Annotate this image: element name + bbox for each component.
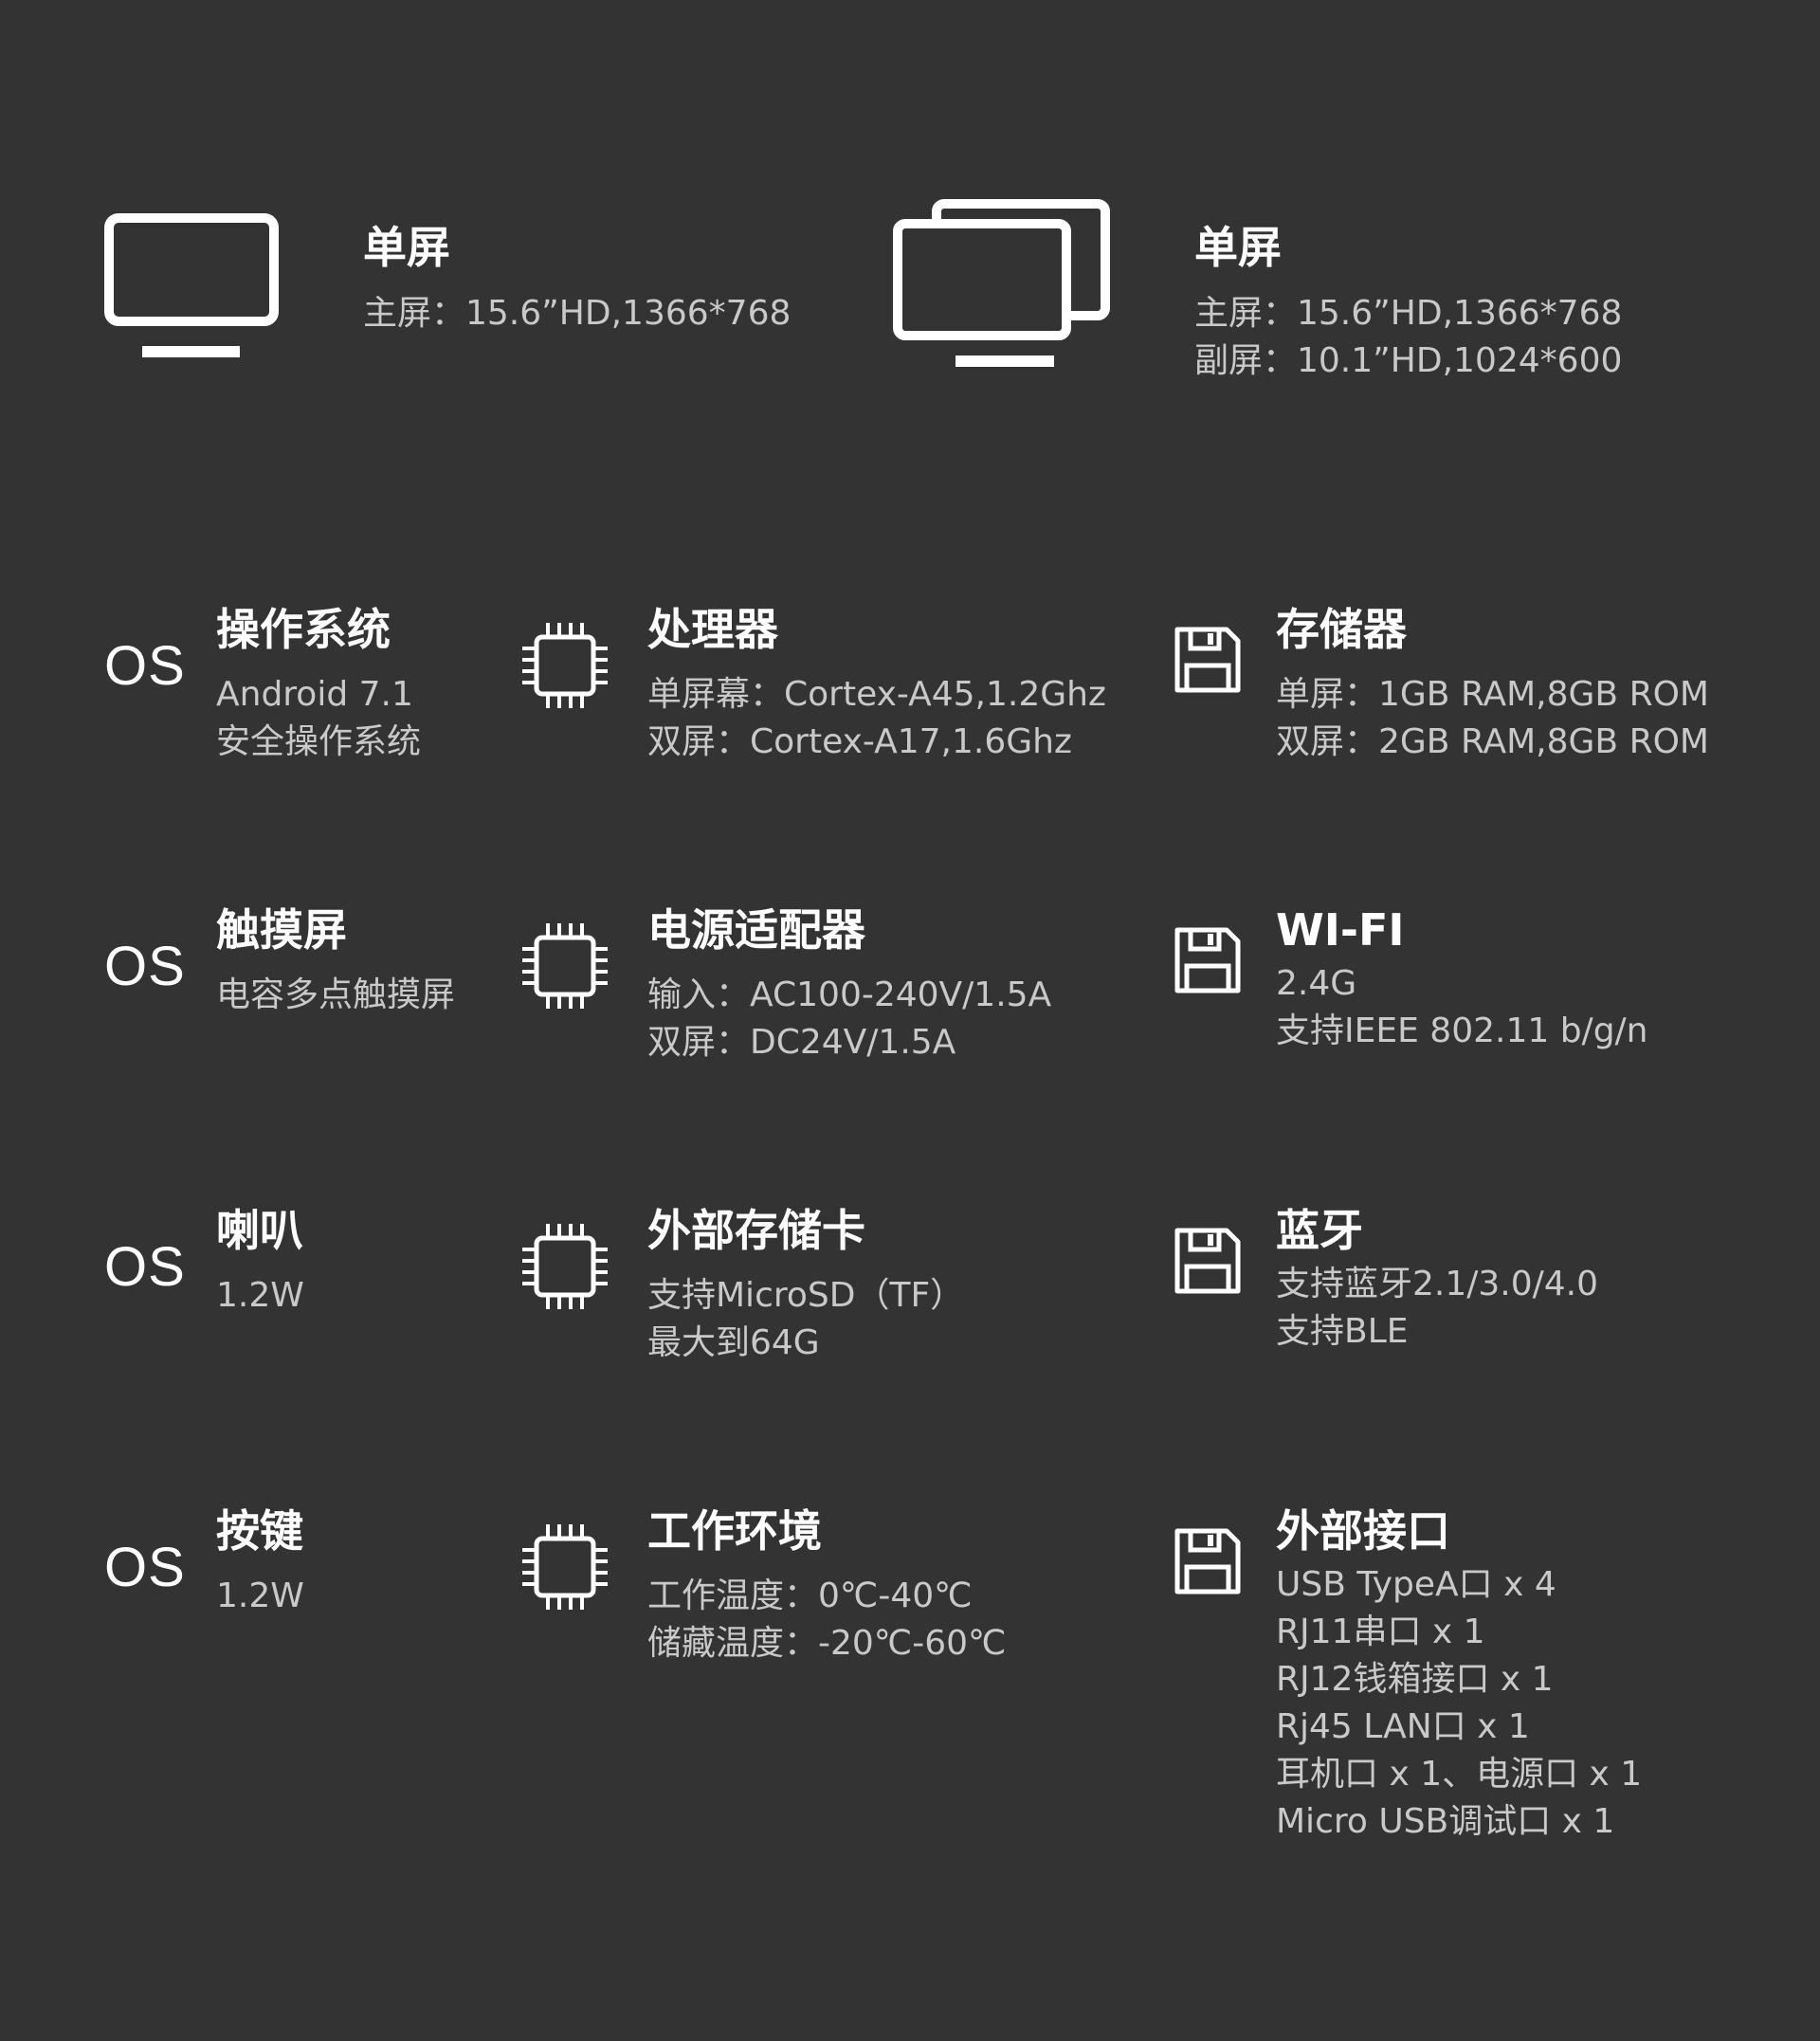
spec-line: 支持MicroSD（TF） xyxy=(647,1276,965,1315)
chip-icon xyxy=(522,923,608,1009)
os-icon: OS xyxy=(104,1236,186,1298)
os-icon: OS xyxy=(104,936,186,997)
spec-title: 单屏 xyxy=(363,222,450,273)
spec-title: 单屏 xyxy=(1194,222,1282,273)
spec-line: RJ11串口 x 1 xyxy=(1276,1613,1485,1651)
spec-line: 双屏：DC24V/1.5A xyxy=(647,1023,956,1062)
spec-line: 单屏：1GB RAM,8GB ROM xyxy=(1276,675,1709,714)
spec-title: WI-FI xyxy=(1276,904,1405,956)
spec-title: 外部接口 xyxy=(1276,1505,1450,1557)
dual-monitor-icon xyxy=(893,199,1110,367)
spec-line: USB TypeA口 x 4 xyxy=(1276,1565,1556,1604)
spec-line: 2.4G xyxy=(1276,964,1357,1003)
spec-line: 双屏：Cortex-A17,1.6Ghz xyxy=(647,722,1072,761)
spec-title: 电源适配器 xyxy=(647,904,865,956)
spec-line: Micro USB调试口 x 1 xyxy=(1276,1802,1615,1841)
spec-line: 单屏幕：Cortex-A45,1.2Ghz xyxy=(647,675,1106,714)
spec-line: 最大到64G xyxy=(647,1323,820,1362)
spec-line: Android 7.1 xyxy=(216,675,413,714)
spec-line: 工作温度：0℃-40℃ xyxy=(647,1576,973,1615)
floppy-disk-icon xyxy=(1174,1528,1241,1595)
spec-line: 支持IEEE 802.11 b/g/n xyxy=(1276,1011,1648,1050)
monitor-icon xyxy=(104,213,279,357)
os-icon: OS xyxy=(104,635,186,697)
chip-icon xyxy=(522,623,608,708)
spec-line: 主屏：15.6”HD,1366*768 xyxy=(1194,294,1623,333)
spec-line: 输入：AC100-240V/1.5A xyxy=(647,975,1052,1014)
floppy-disk-icon xyxy=(1174,927,1241,993)
spec-title: 外部存储卡 xyxy=(647,1205,865,1256)
spec-line: 安全操作系统 xyxy=(216,722,422,761)
chip-icon xyxy=(522,1524,608,1610)
spec-line: Rj45 LAN口 x 1 xyxy=(1276,1707,1530,1746)
spec-line: 耳机口 x 1、电源口 x 1 xyxy=(1276,1755,1643,1794)
os-icon: OS xyxy=(104,1537,186,1598)
spec-line: 1.2W xyxy=(216,1276,304,1315)
chip-icon xyxy=(522,1224,608,1309)
spec-title: 处理器 xyxy=(647,604,778,655)
spec-title: 存储器 xyxy=(1276,604,1407,655)
spec-title: 喇叭 xyxy=(216,1205,303,1256)
spec-line: 支持蓝牙2.1/3.0/4.0 xyxy=(1276,1265,1599,1303)
spec-line: 支持BLE xyxy=(1276,1312,1409,1351)
spec-title: 操作系统 xyxy=(216,604,391,655)
spec-title: 蓝牙 xyxy=(1276,1205,1363,1256)
spec-line: 储藏温度：-20℃-60℃ xyxy=(647,1624,1007,1663)
floppy-disk-icon xyxy=(1174,627,1241,693)
spec-title: 按键 xyxy=(216,1505,303,1557)
spec-line: 1.2W xyxy=(216,1576,304,1615)
spec-title: 工作环境 xyxy=(647,1505,822,1557)
spec-line: 双屏：2GB RAM,8GB ROM xyxy=(1276,722,1709,761)
spec-line: 主屏：15.6”HD,1366*768 xyxy=(363,294,792,333)
spec-line: 副屏：10.1”HD,1024*600 xyxy=(1194,341,1623,380)
floppy-disk-icon xyxy=(1174,1228,1241,1294)
spec-line: 电容多点触摸屏 xyxy=(216,975,456,1014)
spec-title: 触摸屏 xyxy=(216,904,347,956)
spec-line: RJ12钱箱接口 x 1 xyxy=(1276,1660,1554,1699)
